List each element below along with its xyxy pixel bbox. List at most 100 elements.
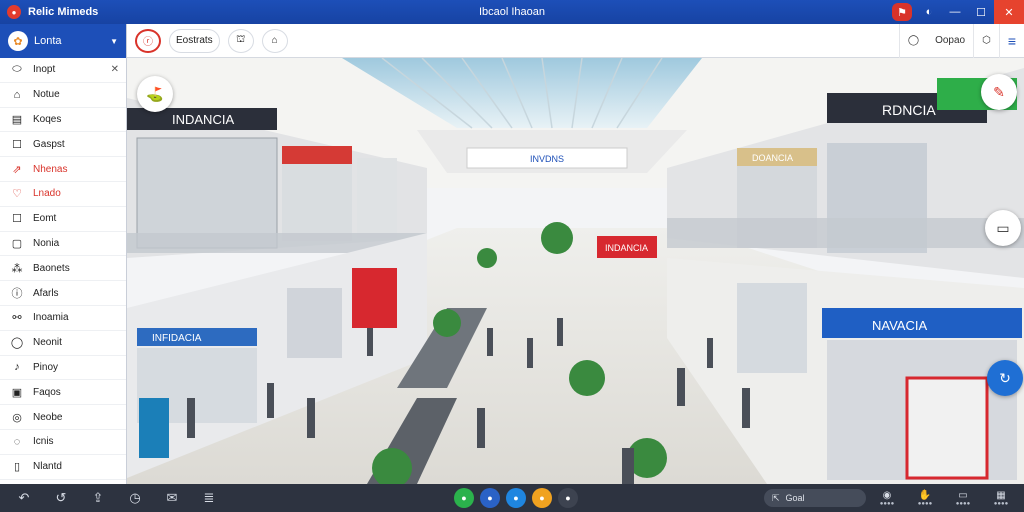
- app-dot-icon[interactable]: ●: [480, 488, 500, 508]
- close-icon[interactable]: ✕: [111, 64, 119, 75]
- app-dot-icon[interactable]: ●: [558, 488, 578, 508]
- hand-icon-glyph: ✋: [918, 489, 932, 501]
- store-sign-lower-left: INFIDACIA: [152, 333, 202, 344]
- sidebar-header[interactable]: ✿ Lonta ▼: [0, 24, 126, 58]
- link-icon: ⚯: [12, 312, 22, 325]
- sidebar-item[interactable]: ⓘ Afarls: [0, 281, 126, 306]
- globe-icon: ◎: [12, 411, 22, 424]
- maximize-button[interactable]: ☐: [968, 0, 994, 24]
- music-icon: ♪: [14, 361, 20, 374]
- profile-label[interactable]: Oopao: [927, 24, 973, 58]
- store-sign-gold: DOANCIA: [752, 153, 793, 163]
- note-icon: ▯: [13, 461, 21, 474]
- info-icon: ⓘ: [11, 288, 23, 301]
- flag-icon[interactable]: ⚑: [892, 3, 912, 21]
- store-sign-lower-right: NAVACIA: [872, 318, 927, 333]
- box-icon: ☐: [12, 213, 22, 226]
- sidebar-item-label: Faqos: [33, 386, 61, 398]
- document-icon: ▤: [11, 113, 23, 126]
- screen-icon-label: ●●●●: [955, 500, 971, 507]
- sidebar-header-label: Lonta: [34, 35, 62, 47]
- sidebar-item-label: Eomt: [33, 213, 57, 225]
- grid-icon: ▣: [11, 386, 23, 399]
- cluster-icon: ⁂: [11, 262, 23, 275]
- sidebar-item[interactable]: ⬭ Inopt ✕: [0, 58, 126, 83]
- theme-icon[interactable]: ◐: [916, 0, 942, 24]
- tag-icon[interactable]: ▦ ●●●●: [982, 490, 1020, 507]
- lock-icon: ◌: [13, 435, 21, 448]
- screen-icon[interactable]: ▭ ●●●●: [944, 490, 982, 507]
- search-icon: ⇱: [772, 492, 780, 503]
- sidebar-item[interactable]: ⌂ Notue: [0, 83, 126, 108]
- sidebar-item[interactable]: ◎ Neobe: [0, 405, 126, 430]
- toolbar: ⓡ Eostrats ⛫ ⌂ ◯ Oopao ⬡ ≡: [127, 23, 1024, 58]
- message-icon[interactable]: ✉: [159, 484, 185, 512]
- sidebar-item-label: Gaspst: [33, 138, 65, 150]
- app-dot-icon[interactable]: ●: [454, 488, 474, 508]
- sidebar-item-label: Neobe: [33, 411, 63, 423]
- sidebar-item-label: Icnis: [33, 436, 54, 448]
- brand-icon[interactable]: ⓡ: [135, 28, 161, 53]
- sidebar-item[interactable]: ▢ Nonia: [0, 232, 126, 257]
- bottom-bar: ↶ ↺ ⇪ ◷ ✉ ≣ ● ● ● ● ● ⇱ Goal ◉ ●●●● ✋ ●●●● ▭ ●●●● ▦ ●●●●: [0, 484, 1024, 512]
- sidebar-item-label: Neonit: [33, 337, 62, 349]
- image-viewer[interactable]: INVDNS INDANCIA INFIDACIA RDNCIA DOANCIA: [127, 58, 1024, 484]
- pin-icon: ⬭: [12, 63, 22, 76]
- map-marker-icon[interactable]: ⛳: [137, 76, 173, 112]
- sidebar-item[interactable]: ☐ Gaspst: [0, 132, 126, 158]
- title-bar: ● Relic Mimeds Ibcaol Ihaoan ⚑ ◐ — ☐ ✕: [0, 0, 1024, 24]
- avatar: ✿: [8, 31, 28, 51]
- sidebar-item-label: Koqes: [33, 113, 62, 125]
- sidebar-item[interactable]: ♪ Pinoy: [0, 356, 126, 381]
- sidebar-item[interactable]: ▣ Faqos: [0, 380, 126, 406]
- sidebar-item[interactable]: ▯ Nlantd: [0, 455, 126, 480]
- bookmark-icon[interactable]: ⛫: [227, 28, 254, 53]
- hand-icon[interactable]: ✋ ●●●●: [906, 490, 944, 507]
- hand-icon-label: ●●●●: [917, 500, 933, 507]
- mall-interior-image: INVDNS INDANCIA INFIDACIA RDNCIA DOANCIA: [127, 58, 1024, 484]
- close-button[interactable]: ✕: [994, 0, 1024, 24]
- search-input[interactable]: ⇱ Goal: [764, 489, 866, 507]
- tag-icon-label: ●●●●: [993, 500, 1009, 507]
- minimize-button[interactable]: —: [942, 0, 968, 24]
- sidebar-item-label: Baonets: [33, 262, 70, 274]
- app-dot-icon[interactable]: ●: [506, 488, 526, 508]
- history-icon[interactable]: ◷: [122, 484, 148, 512]
- sidebar-item-label: Nlantd: [33, 461, 62, 473]
- camera-icon-glyph: ◉: [882, 489, 892, 501]
- tab-label-button[interactable]: Eostrats: [169, 28, 220, 53]
- store-sign-left: INDANCIA: [172, 112, 234, 127]
- refresh-icon[interactable]: ↻: [987, 360, 1023, 396]
- back-icon[interactable]: ↶: [11, 484, 37, 512]
- sidebar-item[interactable]: ◌ Icnis: [0, 430, 126, 455]
- camera-icon[interactable]: ◉ ●●●●: [868, 490, 906, 507]
- chat-icon: ◯: [10, 337, 24, 350]
- user-icon[interactable]: ◯: [898, 23, 927, 58]
- sidebar-item[interactable]: ⁂ Baonets: [0, 256, 126, 282]
- share-icon[interactable]: ⇪: [85, 484, 111, 512]
- tag-icon-glyph: ▦: [996, 489, 1006, 501]
- sidebar-item[interactable]: ⚯ Inoamia: [0, 306, 126, 331]
- app-name: Relic Mimeds: [28, 6, 99, 18]
- menu-icon[interactable]: ≡: [998, 23, 1024, 58]
- store-sign-center: INDANCIA: [605, 243, 648, 253]
- sidebar-item[interactable]: ⇗ Nhenas: [0, 157, 126, 182]
- refresh-icon[interactable]: ↺: [48, 484, 74, 512]
- settings-icon[interactable]: ⬡: [973, 23, 999, 58]
- edit-icon[interactable]: ✎: [981, 74, 1017, 110]
- camera-icon-label: ●●●●: [879, 500, 895, 507]
- sidebar-item[interactable]: ◯ Neonit: [0, 331, 126, 356]
- screen-icon[interactable]: ▭: [985, 210, 1021, 246]
- app-dot-icon[interactable]: ●: [532, 488, 552, 508]
- sidebar-item[interactable]: ♡ Lnado: [0, 182, 126, 207]
- sidebar-item-label: Nonia: [33, 237, 60, 249]
- chevron-down-icon[interactable]: ▼: [110, 37, 118, 46]
- heart-icon: ♡: [12, 188, 22, 201]
- list-icon[interactable]: ≣: [196, 484, 222, 512]
- chart-icon: ⇗: [12, 163, 22, 176]
- center-sign: INVDNS: [530, 154, 564, 164]
- home-icon[interactable]: ⌂: [261, 28, 288, 53]
- sidebar-item[interactable]: ▤ Koqes: [0, 108, 126, 133]
- sidebar-item[interactable]: ☐ Eomt: [0, 207, 126, 232]
- sidebar-item-label: Inoamia: [33, 312, 69, 324]
